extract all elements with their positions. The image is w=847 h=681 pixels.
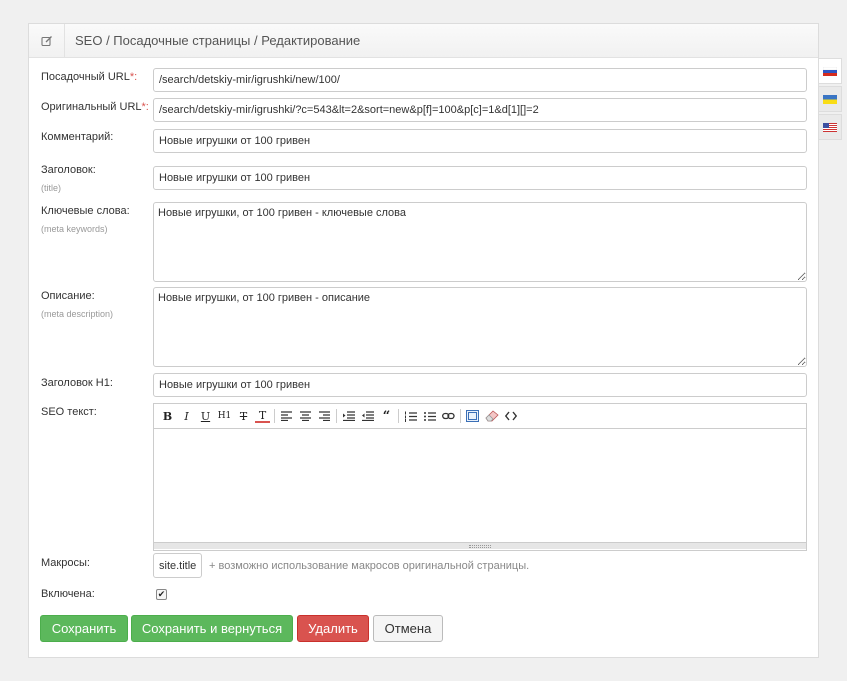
link-icon[interactable] xyxy=(441,408,456,424)
description-textarea[interactable]: Новые игрушки, от 100 гривен - описание xyxy=(153,287,807,367)
h1-input[interactable] xyxy=(153,373,807,397)
h1-label: Заголовок H1: xyxy=(41,377,113,389)
original-url-input[interactable] xyxy=(153,98,807,122)
toolbar-divider xyxy=(398,409,399,423)
toolbar-divider xyxy=(336,409,337,423)
code-icon[interactable] xyxy=(503,408,518,424)
save-button[interactable]: Сохранить xyxy=(40,615,128,642)
bold-icon[interactable]: B xyxy=(160,408,175,424)
unordered-list-icon[interactable] xyxy=(422,408,437,424)
grip-icon xyxy=(469,544,491,548)
lang-tab-en[interactable] xyxy=(819,114,842,140)
panel-header: SEO / Посадочные страницы / Редактирован… xyxy=(29,23,818,58)
original-url-label: Оригинальный URL*: xyxy=(41,101,149,113)
lang-tab-ua[interactable] xyxy=(819,86,842,112)
text-color-icon[interactable]: T xyxy=(255,409,270,423)
enabled-checkbox[interactable]: ✔ xyxy=(156,589,167,600)
breadcrumb: SEO / Посадочные страницы / Редактирован… xyxy=(75,33,361,48)
toolbar-divider xyxy=(274,409,275,423)
seo-text-label: SEO текст: xyxy=(41,406,97,418)
fullscreen-icon[interactable] xyxy=(465,408,480,424)
macros-label: Макросы: xyxy=(41,557,90,569)
edit-panel: SEO / Посадочные страницы / Редактирован… xyxy=(28,23,819,658)
seo-text-area[interactable] xyxy=(154,429,806,542)
outdent-icon[interactable] xyxy=(360,408,375,424)
keywords-textarea[interactable]: Новые игрушки, от 100 гривен - ключевые … xyxy=(153,202,807,282)
ua-flag-icon xyxy=(823,94,837,104)
save-and-return-button[interactable]: Сохранить и вернуться xyxy=(131,615,293,642)
align-center-icon[interactable] xyxy=(298,408,313,424)
keywords-sublabel: (meta keywords) xyxy=(41,224,108,234)
title-label: Заголовок: (title) xyxy=(41,164,96,193)
ordered-list-icon[interactable] xyxy=(403,408,418,424)
underline-icon[interactable]: U xyxy=(198,408,213,424)
strikethrough-icon[interactable]: T xyxy=(236,408,251,424)
enabled-label: Включена: xyxy=(41,588,95,600)
macros-hint: + возможно использование макросов оригин… xyxy=(209,560,530,572)
required-mark: *: xyxy=(141,101,149,113)
comment-input[interactable] xyxy=(153,129,807,153)
delete-button[interactable]: Удалить xyxy=(297,615,369,642)
lang-tab-ru[interactable] xyxy=(819,58,842,84)
ru-flag-icon xyxy=(823,66,837,76)
description-label: Описание: (meta description) xyxy=(41,290,114,319)
editor-resize-handle[interactable] xyxy=(154,542,806,549)
description-sublabel: (meta description) xyxy=(41,309,114,319)
landing-url-input[interactable] xyxy=(153,68,807,92)
eraser-icon[interactable] xyxy=(484,408,499,424)
title-sublabel: (title) xyxy=(41,183,61,193)
italic-icon[interactable]: I xyxy=(179,408,194,424)
macro-tag-site-title[interactable]: site.title xyxy=(153,553,203,578)
cancel-button[interactable]: Отмена xyxy=(373,615,443,642)
edit-icon xyxy=(29,23,65,58)
keywords-label: Ключевые слова: (meta keywords) xyxy=(41,205,130,234)
required-mark: *: xyxy=(129,71,138,83)
indent-icon[interactable] xyxy=(341,408,356,424)
landing-url-label: Посадочный URL*: xyxy=(41,71,138,83)
quote-icon[interactable]: “ xyxy=(379,408,394,424)
comment-label: Комментарий: xyxy=(41,131,114,143)
toolbar-divider xyxy=(460,409,461,423)
title-input[interactable] xyxy=(153,166,807,190)
heading-icon[interactable]: H1 xyxy=(217,408,232,424)
align-right-icon[interactable] xyxy=(317,408,332,424)
editor-toolbar: B I U H1 T T “ xyxy=(154,404,806,429)
language-tabs xyxy=(819,58,842,142)
align-left-icon[interactable] xyxy=(279,408,294,424)
us-flag-icon xyxy=(823,122,837,132)
seo-text-editor: B I U H1 T T “ xyxy=(153,403,807,551)
